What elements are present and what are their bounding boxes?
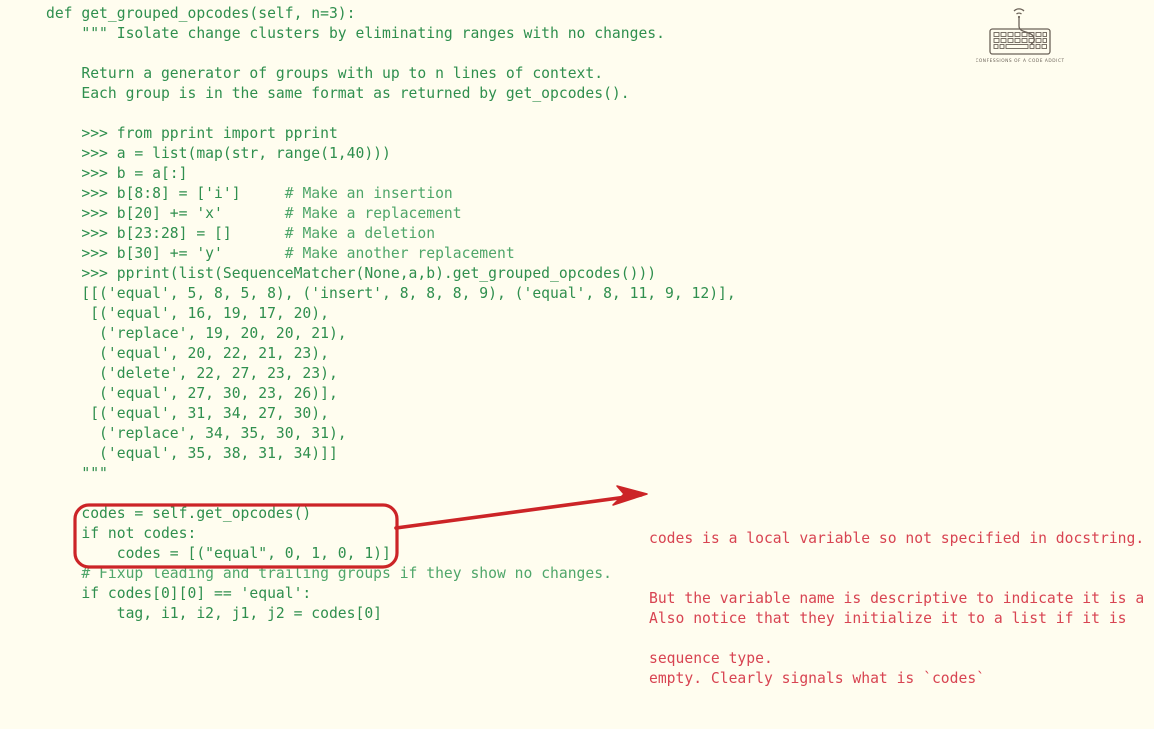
code-line: # Fixup leading and trailing groups if t… <box>46 564 736 584</box>
annotation-line: codes is a local variable so not specifi… <box>649 530 1145 547</box>
code-line: def get_grouped_opcodes(self, n=3): <box>46 5 356 22</box>
code-line: >>> b[30] += 'y' # Make another replacem… <box>46 244 736 264</box>
code-segment: >>> b[30] += 'y' <box>46 245 285 262</box>
code-line: [[('equal', 5, 8, 5, 8), ('insert', 8, 8… <box>46 285 736 302</box>
code-line: ('equal', 20, 22, 21, 23), <box>46 345 329 362</box>
code-line: ('replace', 34, 35, 30, 31), <box>46 425 347 442</box>
code-line: >>> b[23:28] = [] # Make a deletion <box>46 224 736 244</box>
annotation-line: empty. Clearly signals what is `codes` <box>649 670 986 687</box>
code-line: ('equal', 35, 38, 31, 34)]] <box>46 445 338 462</box>
code-line: ('replace', 19, 20, 20, 21), <box>46 325 347 342</box>
logo-caption: CONFESSIONS OF A CODE ADDICT <box>976 58 1064 64</box>
code-comment: # Make a replacement <box>284 205 462 222</box>
code-line: >>> pprint(list(SequenceMatcher(None,a,b… <box>46 265 657 282</box>
code-line: >>> b[20] += 'x' # Make a replacement <box>46 204 736 224</box>
code-segment: >>> b[23:28] = [] <box>46 225 285 242</box>
annotation-line: Also notice that they initialize it to a… <box>649 610 1127 627</box>
code-line: Each group is in the same format as retu… <box>46 85 630 102</box>
code-comment: # Make a deletion <box>284 225 436 242</box>
code-line: Return a generator of groups with up to … <box>46 65 604 82</box>
code-line: [('equal', 31, 34, 27, 30), <box>46 405 329 422</box>
code-line: [('equal', 16, 19, 17, 20), <box>46 305 329 322</box>
code-line: >>> a = list(map(str, range(1,40))) <box>46 145 391 162</box>
code-line: ('equal', 27, 30, 23, 26)], <box>46 385 338 402</box>
code-line: ('delete', 22, 27, 23, 23), <box>46 365 338 382</box>
code-comment: # Fixup leading and trailing groups if t… <box>81 565 612 582</box>
code-line: codes = [("equal", 0, 1, 0, 1)] <box>46 545 391 562</box>
code-line: >>> b = a[:] <box>46 165 188 182</box>
code-line: if not codes: <box>46 525 197 542</box>
confessions-of-a-code-addict-logo: CONFESSIONS OF A CODE ADDICT <box>976 2 1064 67</box>
code-comment: # Make another replacement <box>284 245 515 262</box>
annotation-initialize-to-list: Also notice that they initialize it to a… <box>649 569 1127 729</box>
slide-canvas: def get_grouped_opcodes(self, n=3): """ … <box>0 0 1154 687</box>
code-comment: # Make an insertion <box>284 185 453 202</box>
code-segment: >>> b[8:8] = ['i'] <box>46 185 285 202</box>
code-line: tag, i1, i2, j1, j2 = codes[0] <box>46 605 383 622</box>
code-line: """ Isolate change clusters by eliminati… <box>46 25 665 42</box>
keyboard-wifi-icon: CONFESSIONS OF A CODE ADDICT <box>976 8 1064 64</box>
code-line: codes = self.get_opcodes() <box>46 505 312 522</box>
code-block: def get_grouped_opcodes(self, n=3): """ … <box>46 4 736 624</box>
code-segment: >>> b[20] += 'x' <box>46 205 285 222</box>
code-line: >>> from pprint import pprint <box>46 125 338 142</box>
code-line: """ <box>46 465 108 482</box>
code-line: if codes[0][0] == 'equal': <box>46 585 312 602</box>
code-line: >>> b[8:8] = ['i'] # Make an insertion <box>46 184 736 204</box>
